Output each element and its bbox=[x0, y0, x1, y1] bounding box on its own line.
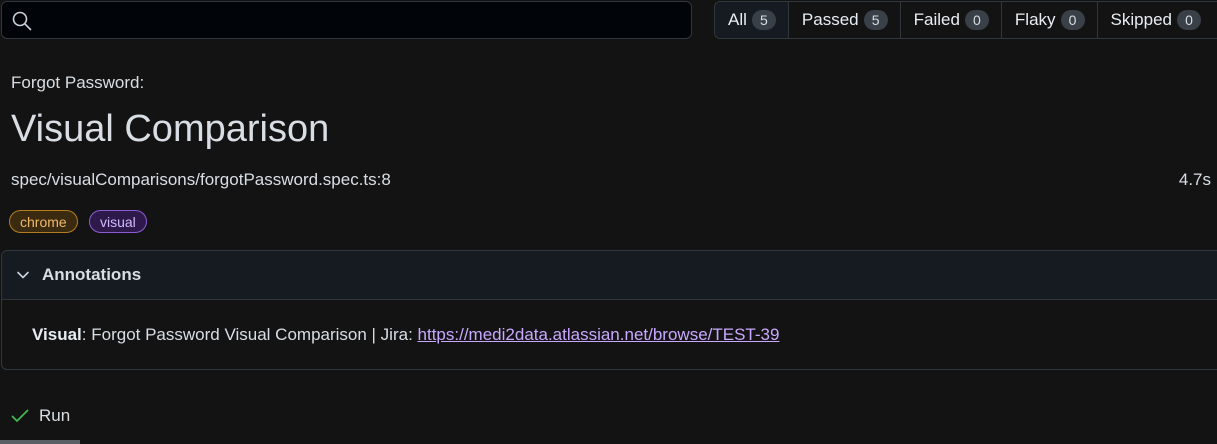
filter-count: 5 bbox=[863, 10, 888, 30]
filter-passed[interactable]: Passed 5 bbox=[789, 2, 901, 38]
check-icon bbox=[11, 409, 29, 422]
annotation-item: Visual: Forgot Password Visual Compariso… bbox=[2, 300, 1217, 345]
test-project-path: Forgot Password: bbox=[11, 73, 145, 92]
annotation-description: Forgot Password Visual Comparison | Jira… bbox=[91, 325, 418, 344]
tag-visual[interactable]: visual bbox=[89, 210, 147, 233]
annotations-title: Annotations bbox=[42, 265, 142, 284]
run-label: Run bbox=[39, 406, 71, 425]
filter-failed[interactable]: Failed 0 bbox=[901, 2, 1002, 38]
top-bar: All 5 Passed 5 Failed 0 Flaky 0 Skipped … bbox=[0, 0, 1217, 42]
filter-label: Passed bbox=[801, 10, 859, 29]
filter-label: Failed bbox=[913, 10, 960, 29]
chevron-down-icon bbox=[17, 271, 29, 279]
run-tab-indicator bbox=[0, 440, 80, 444]
tag-chrome[interactable]: chrome bbox=[9, 210, 78, 233]
filter-skipped[interactable]: Skipped 0 bbox=[1098, 2, 1213, 38]
filter-label: Flaky bbox=[1014, 10, 1056, 29]
annotation-separator: : bbox=[81, 325, 92, 344]
search-icon bbox=[12, 11, 32, 31]
test-duration: 4.7s bbox=[1178, 170, 1211, 189]
annotations-header[interactable]: Annotations bbox=[2, 251, 1217, 300]
annotations-panel: Annotations Visual: Forgot Password Visu… bbox=[1, 250, 1217, 370]
filter-count: 0 bbox=[1176, 10, 1201, 30]
filter-count: 0 bbox=[1060, 10, 1085, 30]
filter-all[interactable]: All 5 bbox=[715, 2, 789, 38]
annotation-jira-link[interactable]: https://medi2data.atlassian.net/browse/T… bbox=[418, 325, 780, 344]
filter-label: Skipped bbox=[1110, 10, 1172, 29]
search-box[interactable] bbox=[1, 1, 692, 40]
run-section-header[interactable]: Run bbox=[11, 406, 70, 426]
annotation-type: Visual bbox=[32, 325, 82, 344]
filter-label: All bbox=[728, 10, 747, 29]
filter-flaky[interactable]: Flaky 0 bbox=[1002, 2, 1098, 38]
search-input[interactable] bbox=[42, 2, 686, 40]
test-title: Visual Comparison bbox=[11, 108, 330, 150]
filter-count: 5 bbox=[751, 10, 776, 30]
status-filter-bar: All 5 Passed 5 Failed 0 Flaky 0 Skipped … bbox=[714, 1, 1217, 39]
filter-count: 0 bbox=[964, 10, 989, 30]
test-location[interactable]: spec/visualComparisons/forgotPassword.sp… bbox=[11, 170, 391, 190]
